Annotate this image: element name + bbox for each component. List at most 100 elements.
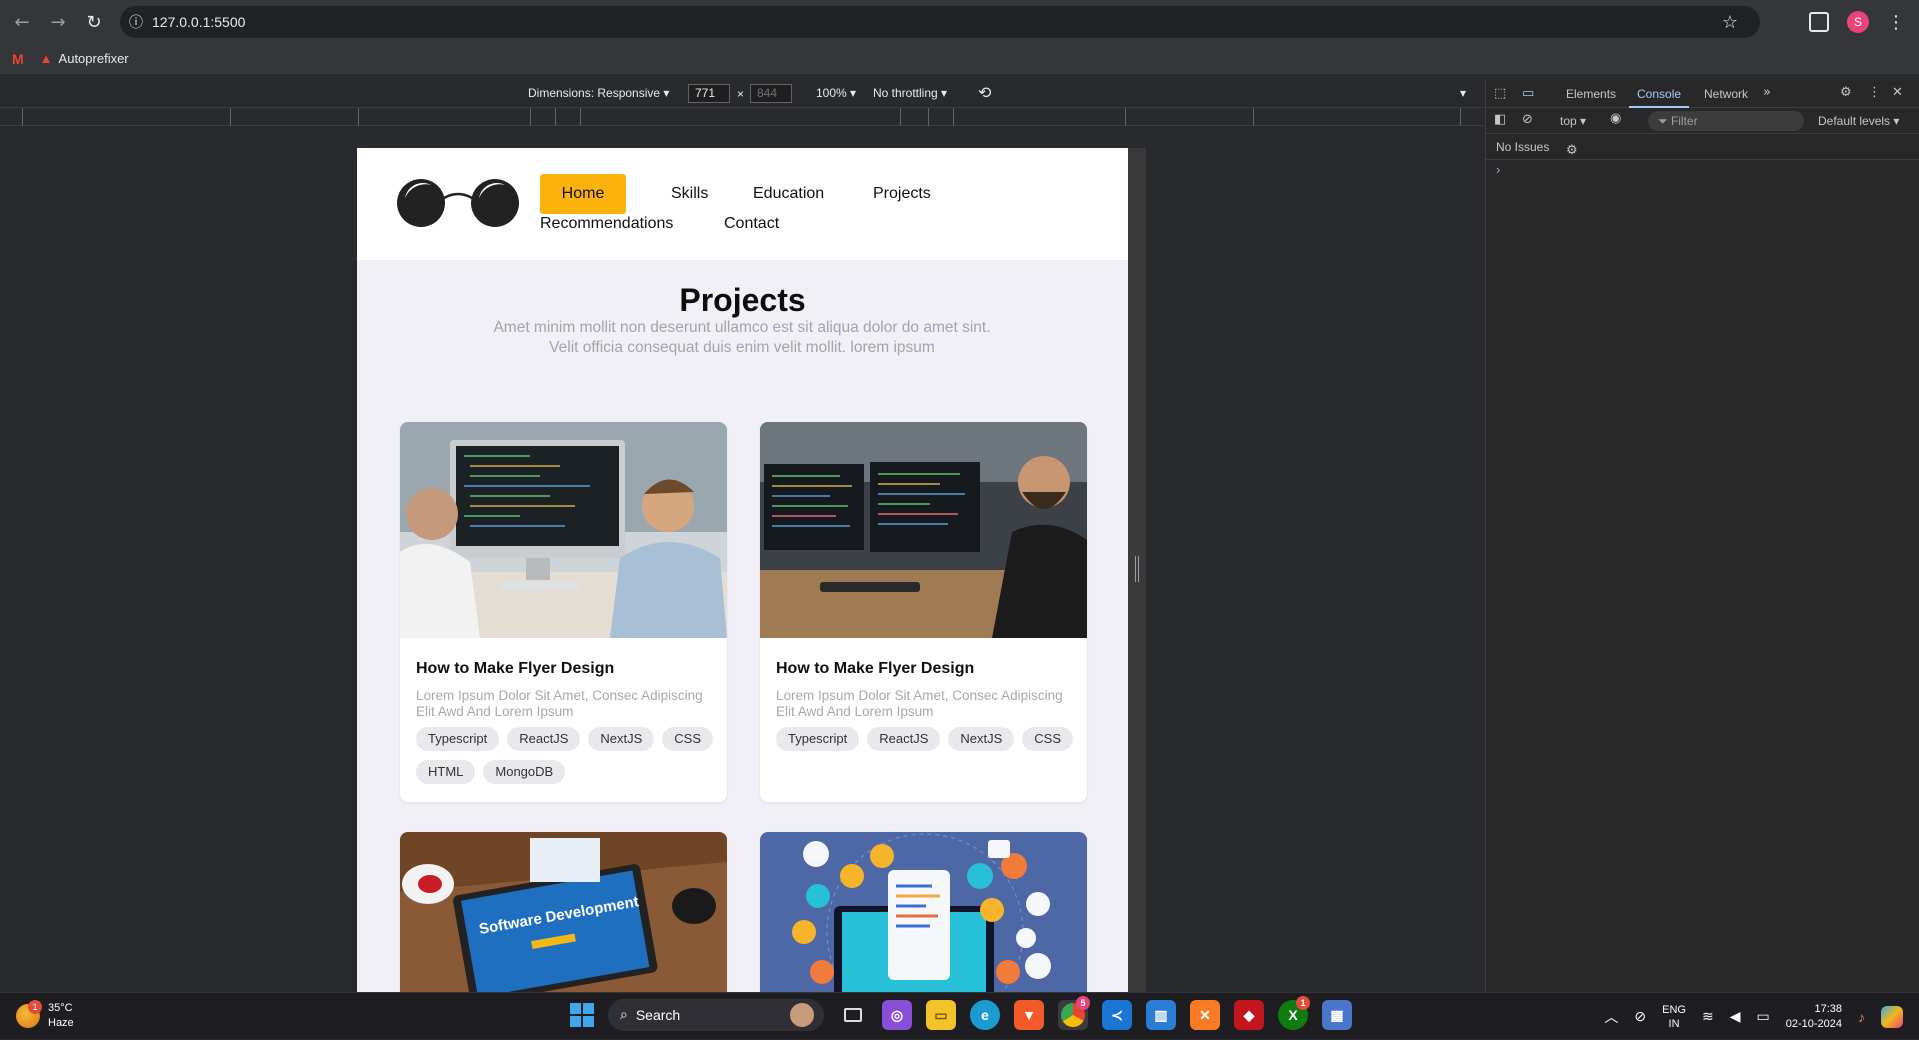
console-settings-icon[interactable]: ⚙: [1566, 138, 1578, 164]
network-off-icon[interactable]: ⊘: [1634, 1008, 1646, 1025]
copilot-app-icon[interactable]: ◎: [882, 1000, 912, 1030]
tag-list: Typescript ReactJS NextJS CSS HTML Mongo…: [416, 727, 716, 784]
notification-bell-icon[interactable]: ♪: [1858, 1009, 1865, 1025]
vscode-icon[interactable]: ≺: [1102, 1000, 1132, 1030]
tag: NextJS: [948, 727, 1015, 751]
xbox-badge: 1: [1296, 996, 1310, 1010]
volume-icon[interactable]: ◀: [1730, 1009, 1741, 1025]
battery-icon[interactable]: ▭: [1756, 1009, 1769, 1025]
throttling-dropdown[interactable]: No throttling ▾: [873, 86, 947, 100]
card-title: How to Make Flyer Design: [416, 660, 615, 677]
taskbar: 1 35°C Haze ⌕ Search ◎ ▭ e ▼ 5 ≺ ▥ ✕ ◆ X…: [0, 992, 1919, 1039]
edge-browser-icon[interactable]: e: [970, 1000, 1000, 1030]
word-app-icon[interactable]: ▥: [1146, 1000, 1176, 1030]
nav-home[interactable]: Home: [540, 174, 626, 214]
log-levels-dropdown[interactable]: Default levels ▾: [1818, 114, 1899, 128]
taskbar-apps: ⌕ Search ◎ ▭ e ▼ 5 ≺ ▥ ✕ ◆ X 1 ▦: [570, 996, 1352, 1031]
live-expression-eye-icon[interactable]: ◉: [1610, 111, 1621, 126]
nav-contact[interactable]: Contact: [724, 215, 779, 233]
task-view-icon[interactable]: [838, 1000, 868, 1030]
extensions-icon[interactable]: [1809, 12, 1829, 32]
back-icon[interactable]: ←: [4, 4, 40, 40]
site-header: Home Skills Education Projects Recommend…: [357, 148, 1128, 260]
width-input[interactable]: 771: [688, 84, 730, 103]
file-explorer-icon[interactable]: ▭: [926, 1000, 956, 1030]
brave-browser-icon[interactable]: ▼: [1014, 1000, 1044, 1030]
device-toggle-icon[interactable]: ▭: [1522, 86, 1534, 101]
red-app-icon[interactable]: ◆: [1234, 1000, 1264, 1030]
bookmarks-bar: M ▲ Autoprefixer: [0, 44, 1919, 74]
copilot-tray-icon[interactable]: [1881, 1005, 1903, 1028]
console-filter-input[interactable]: ⏷ Filter: [1648, 111, 1804, 131]
taskbar-search[interactable]: ⌕ Search: [608, 999, 824, 1031]
profile-avatar[interactable]: S: [1847, 11, 1869, 33]
autoprefixer-icon: ▲: [39, 51, 53, 66]
nav-skills[interactable]: Skills: [671, 185, 708, 203]
calculator-icon[interactable]: ▦: [1322, 1000, 1352, 1030]
devtools-panel: ⬚ ▭ Elements Console Network » ⚙ ⋮ ✕ ◧ ⊘…: [1485, 80, 1919, 992]
language-indicator[interactable]: ENG IN: [1662, 1003, 1686, 1031]
glasses-logo-icon[interactable]: [397, 176, 519, 230]
site-info-icon[interactable]: ⓘ: [120, 12, 152, 32]
reload-icon[interactable]: ↻: [76, 4, 112, 40]
project-card[interactable]: Software Development: [400, 832, 727, 992]
card-title: How to Make Flyer Design: [776, 660, 975, 677]
gmail-bookmark-icon[interactable]: M: [12, 51, 24, 67]
card-description: Lorem Ipsum Dolor Sit Amet, Consec Adipi…: [776, 688, 1063, 719]
viewport-resize-handle[interactable]: [1135, 556, 1139, 582]
section-title: Projects: [679, 282, 806, 318]
nav-recommendations[interactable]: Recommendations: [540, 215, 673, 233]
search-highlight-icon: [790, 1003, 814, 1027]
inspect-element-icon[interactable]: ⬚: [1494, 86, 1506, 101]
project-card[interactable]: How to Make Flyer Design Lorem Ipsum Dol…: [400, 422, 727, 802]
bookmark-autoprefixer[interactable]: ▲ Autoprefixer: [40, 51, 129, 66]
forward-icon[interactable]: →: [40, 4, 76, 40]
height-input[interactable]: 844: [750, 84, 792, 103]
browser-menu-icon[interactable]: ⋮: [1887, 12, 1905, 33]
zoom-dropdown[interactable]: 100% ▾: [816, 86, 856, 100]
wifi-icon[interactable]: ≋: [1702, 1008, 1714, 1025]
more-tabs-icon[interactable]: »: [1763, 85, 1771, 100]
tag: ReactJS: [867, 727, 941, 751]
address-bar[interactable]: ⓘ 127.0.0.1:5500 ☆: [120, 6, 1760, 38]
xampp-icon[interactable]: ✕: [1190, 1000, 1220, 1030]
tag: MongoDB: [483, 760, 566, 784]
filter-icon: ⏷: [1658, 114, 1671, 128]
browser-toolbar: ← → ↻ ⓘ 127.0.0.1:5500 ☆ S ⋮: [0, 0, 1919, 44]
context-selector[interactable]: top ▾: [1560, 114, 1586, 128]
issues-count[interactable]: No Issues: [1496, 140, 1549, 154]
search-icon: ⌕: [620, 1007, 628, 1023]
dimensions-dropdown[interactable]: Dimensions: Responsive ▾: [528, 86, 669, 100]
settings-gear-icon[interactable]: ⚙: [1840, 85, 1852, 100]
chrome-browser-icon[interactable]: 5: [1058, 996, 1090, 1030]
close-devtools-icon[interactable]: ✕: [1892, 85, 1903, 100]
windows-start-icon[interactable]: [570, 1003, 594, 1027]
bookmark-star-icon[interactable]: ☆: [1722, 12, 1738, 33]
devtools-menu-icon[interactable]: ⋮: [1868, 85, 1881, 100]
tag: CSS: [662, 727, 714, 751]
media-query-bar[interactable]: [0, 108, 1484, 126]
chrome-badge: 5: [1076, 996, 1090, 1010]
tray-overflow-icon[interactable]: ︿: [1604, 1007, 1618, 1027]
clear-console-icon[interactable]: ⊘: [1522, 112, 1533, 127]
project-card[interactable]: [760, 832, 1087, 992]
sidebar-toggle-icon[interactable]: ◧: [1494, 112, 1506, 127]
tag: HTML: [416, 760, 476, 784]
xbox-icon[interactable]: X 1: [1278, 996, 1310, 1030]
nav-projects[interactable]: Projects: [873, 185, 931, 203]
tab-elements[interactable]: Elements: [1566, 87, 1616, 101]
console-prompt[interactable]: ›: [1486, 162, 1919, 177]
device-options-icon[interactable]: ▾: [1460, 86, 1466, 100]
project-card[interactable]: How to Make Flyer Design Lorem Ipsum Dol…: [760, 422, 1087, 802]
nav-education[interactable]: Education: [753, 185, 824, 203]
clock[interactable]: 17:38 02-10-2024: [1786, 1002, 1842, 1032]
tab-network[interactable]: Network: [1704, 87, 1748, 101]
tag: Typescript: [416, 727, 500, 751]
console-toolbar: ◧ ⊘ top ▾ ◉ ⏷ Filter Default levels ▾: [1486, 108, 1919, 134]
project-image: Software Development: [400, 832, 727, 992]
weather-temp: 35°C: [48, 1002, 73, 1014]
url-text[interactable]: 127.0.0.1:5500: [152, 14, 245, 30]
rotate-icon[interactable]: ⟲: [978, 83, 991, 102]
weather-widget[interactable]: 1 35°C Haze: [16, 1000, 74, 1031]
tab-console[interactable]: Console: [1628, 87, 1690, 108]
